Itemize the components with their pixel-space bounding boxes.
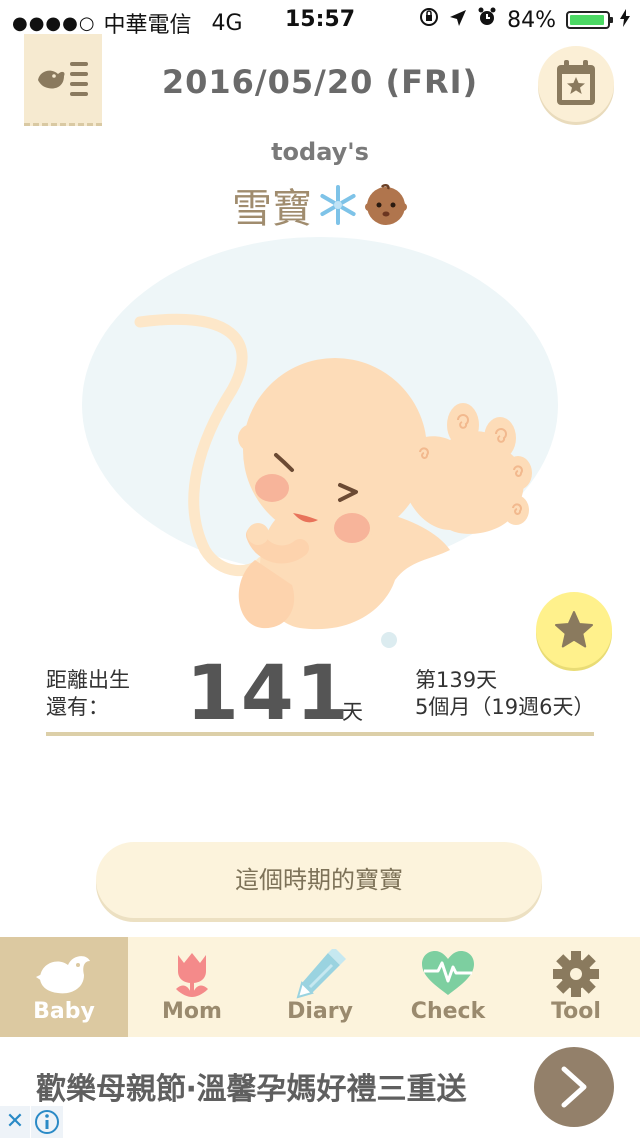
gear-icon bbox=[553, 951, 599, 997]
countdown-label-line2: 還有： bbox=[46, 695, 109, 719]
tab-tool[interactable]: Tool bbox=[512, 937, 640, 1037]
battery-icon bbox=[566, 11, 613, 29]
ad-next-button[interactable] bbox=[534, 1047, 614, 1127]
tab-check-label: Check bbox=[410, 999, 486, 1024]
today-label: today's bbox=[271, 138, 369, 166]
ad-info-button[interactable] bbox=[31, 1106, 63, 1138]
ad-text[interactable]: 歡樂母親節‧溫馨孕媽好禮三重送 bbox=[36, 1064, 466, 1108]
calendar-star-icon bbox=[557, 60, 595, 105]
tab-check[interactable]: Check bbox=[384, 937, 512, 1037]
calendar-button[interactable] bbox=[538, 46, 614, 122]
days-remaining: 141 bbox=[186, 648, 351, 737]
location-icon bbox=[449, 8, 467, 33]
info-icon bbox=[35, 1110, 59, 1134]
charging-icon bbox=[620, 8, 630, 33]
tab-tool-label: Tool bbox=[551, 999, 601, 1024]
tab-bar: Baby Mom Diary Check Tool bbox=[0, 937, 640, 1037]
fetus-illustration bbox=[82, 237, 558, 648]
menu-button[interactable] bbox=[24, 34, 102, 126]
tab-baby[interactable]: Baby bbox=[0, 937, 128, 1037]
heartbeat-icon bbox=[422, 951, 474, 995]
pregnancy-day: 第139天 bbox=[415, 668, 498, 692]
baby-name-row: 雪寶 bbox=[0, 176, 640, 234]
baby-this-period-button[interactable]: 這個時期的寶寶 bbox=[96, 842, 542, 918]
tulip-icon bbox=[176, 953, 208, 997]
baby-face-icon bbox=[365, 184, 407, 225]
ad-close-button[interactable]: ✕ bbox=[0, 1106, 30, 1138]
tab-diary-label: Diary bbox=[287, 999, 353, 1024]
countdown-label: 距離出生 還有： bbox=[46, 667, 166, 721]
pencil-icon bbox=[296, 949, 346, 999]
bird-icon bbox=[36, 956, 90, 994]
bird-menu-icon bbox=[38, 62, 88, 96]
rotation-lock-icon bbox=[419, 7, 439, 33]
chevron-right-icon bbox=[561, 1066, 587, 1108]
countdown-divider bbox=[46, 732, 594, 736]
tab-mom-label: Mom bbox=[162, 999, 222, 1024]
baby-name: 雪寶 bbox=[232, 186, 312, 232]
favorite-button[interactable] bbox=[536, 592, 612, 668]
current-date: 2016/05/20 (FRI) bbox=[161, 63, 479, 101]
pregnancy-month-week: 5個月（19週6天） bbox=[415, 695, 595, 719]
tab-mom[interactable]: Mom bbox=[128, 937, 256, 1037]
tab-diary[interactable]: Diary bbox=[256, 937, 384, 1037]
star-icon bbox=[555, 611, 593, 648]
alarm-icon bbox=[477, 7, 497, 33]
battery-percent: 84% bbox=[507, 7, 556, 33]
days-unit: 天 bbox=[342, 700, 363, 724]
countdown-label-line1: 距離出生 bbox=[46, 668, 130, 692]
tab-baby-label: Baby bbox=[33, 999, 95, 1024]
pregnancy-progress: 第139天 5個月（19週6天） bbox=[415, 667, 615, 721]
snowflake-icon bbox=[320, 185, 356, 225]
